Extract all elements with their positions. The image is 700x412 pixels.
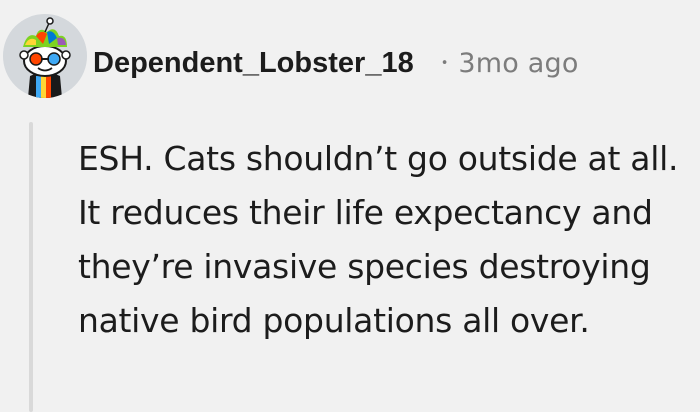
user-avatar[interactable] — [3, 14, 87, 98]
meta-separator: • — [440, 55, 449, 71]
comment: Dependent_Lobster_18 • 3mo ago ESH. Cats… — [0, 0, 700, 412]
username-link[interactable]: Dependent_Lobster_18 — [93, 47, 414, 80]
comment-body: ESH. Cats shouldn’t go outside at all. I… — [78, 139, 679, 340]
thread-collapse-line[interactable] — [29, 122, 33, 412]
timestamp[interactable]: 3mo ago — [458, 48, 578, 79]
comment-meta: Dependent_Lobster_18 • 3mo ago — [93, 43, 579, 83]
snoo-avatar-icon — [3, 14, 87, 98]
